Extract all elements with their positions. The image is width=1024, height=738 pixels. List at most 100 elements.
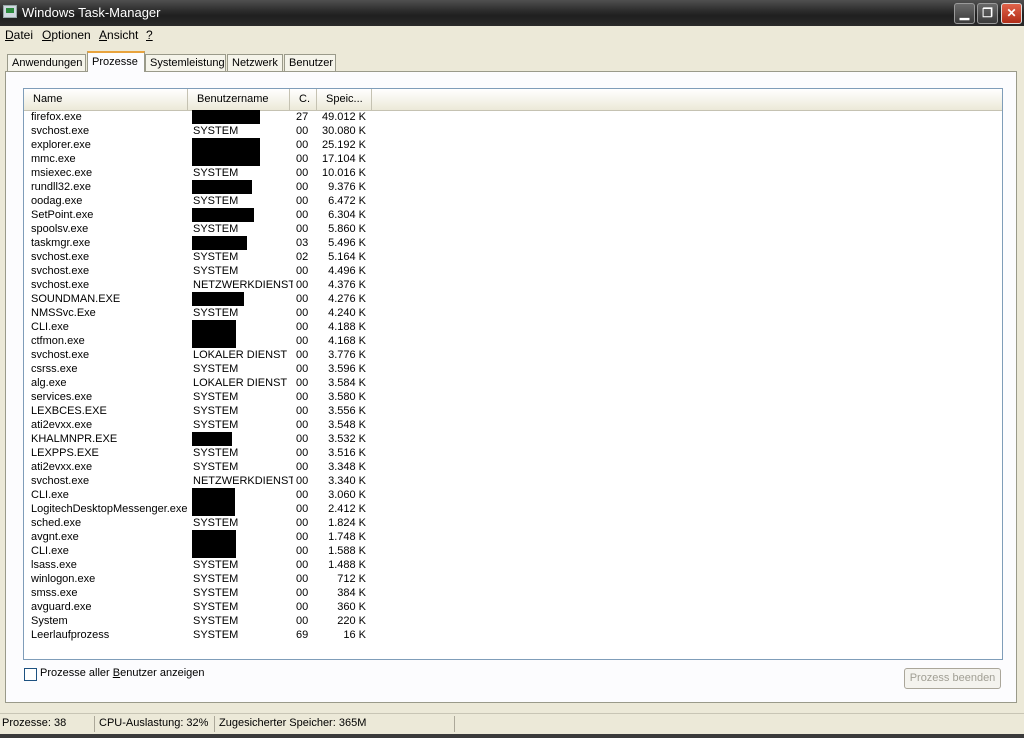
process-name: svchost.exe — [31, 279, 90, 291]
table-row[interactable]: firefox.exe 27 49.012 K — [24, 110, 1002, 124]
table-row[interactable]: CLI.exe 00 4.188 K — [24, 320, 1002, 334]
table-row[interactable]: avguard.exe SYSTEM 00 360 K — [24, 600, 1002, 614]
process-name: firefox.exe — [31, 111, 82, 123]
process-memory: 3.060 K — [328, 489, 366, 501]
close-button[interactable]: ✕ — [1001, 3, 1022, 24]
process-memory: 3.596 K — [328, 363, 366, 375]
status-divider — [454, 716, 455, 732]
process-cpu: 00 — [296, 405, 309, 417]
table-row[interactable]: svchost.exe LOKALER DIENST 00 3.776 K — [24, 348, 1002, 362]
process-memory: 49.012 K — [321, 111, 366, 123]
table-row[interactable]: SOUNDMAN.EXE 00 4.276 K — [24, 292, 1002, 306]
process-memory: 16 K — [343, 629, 366, 641]
table-row[interactable]: explorer.exe 00 25.192 K — [24, 138, 1002, 152]
table-row[interactable]: services.exe SYSTEM 00 3.580 K — [24, 390, 1002, 404]
table-row[interactable]: alg.exe LOKALER DIENST 00 3.584 K — [24, 376, 1002, 390]
table-row[interactable]: ctfmon.exe 00 4.168 K — [24, 334, 1002, 348]
table-row[interactable]: taskmgr.exe 03 5.496 K — [24, 236, 1002, 250]
table-row[interactable]: ati2evxx.exe SYSTEM 00 3.548 K — [24, 418, 1002, 432]
process-cpu: 00 — [296, 391, 309, 403]
tab-benutzer[interactable]: Benutzer — [284, 54, 336, 71]
tab-netzwerk[interactable]: Netzwerk — [227, 54, 283, 71]
table-row[interactable]: sched.exe SYSTEM 00 1.824 K — [24, 516, 1002, 530]
process-memory: 4.376 K — [328, 279, 366, 291]
status-bar: Prozesse: 38 CPU-Auslastung: 32% Zugesic… — [0, 713, 1024, 734]
minimize-button[interactable]: ▁ — [954, 3, 975, 24]
process-memory: 360 K — [337, 601, 366, 613]
table-row[interactable]: mmc.exe 00 17.104 K — [24, 152, 1002, 166]
process-name: CLI.exe — [31, 545, 69, 557]
process-username: NETZWERKDIENST — [193, 279, 293, 291]
process-memory: 2.412 K — [328, 503, 366, 515]
list-header: Name Benutzername C. Speic... — [24, 89, 1002, 111]
process-name: svchost.exe — [31, 475, 90, 487]
table-row[interactable]: svchost.exe SYSTEM 00 30.080 K — [24, 124, 1002, 138]
process-memory: 3.516 K — [328, 447, 366, 459]
table-row[interactable]: spoolsv.exe SYSTEM 00 5.860 K — [24, 222, 1002, 236]
process-cpu: 00 — [296, 377, 309, 389]
column-header-cpu[interactable]: C. — [290, 89, 317, 110]
process-list[interactable]: Name Benutzername C. Speic... firefox.ex… — [23, 88, 1003, 660]
table-row[interactable]: System SYSTEM 00 220 K — [24, 614, 1002, 628]
table-row[interactable]: rundll32.exe 00 9.376 K — [24, 180, 1002, 194]
menu-help[interactable]: ? — [146, 28, 153, 42]
table-row[interactable]: KHALMNPR.EXE 00 3.532 K — [24, 432, 1002, 446]
process-cpu: 00 — [296, 167, 309, 179]
table-row[interactable]: SetPoint.exe 00 6.304 K — [24, 208, 1002, 222]
menu-ansicht[interactable]: Ansicht — [99, 28, 138, 42]
show-all-users-checkbox[interactable] — [24, 668, 37, 681]
status-cpu-usage: CPU-Auslastung: 32% — [99, 717, 209, 729]
task-manager-icon — [3, 5, 17, 18]
table-row[interactable]: LEXBCES.EXE SYSTEM 00 3.556 K — [24, 404, 1002, 418]
table-row[interactable]: lsass.exe SYSTEM 00 1.488 K — [24, 558, 1002, 572]
process-cpu: 00 — [296, 559, 309, 571]
process-username: NETZWERKDIENST — [193, 475, 293, 487]
process-memory: 3.776 K — [328, 349, 366, 361]
redacted-username — [192, 320, 236, 334]
process-name: Leerlaufprozess — [31, 629, 110, 641]
status-commit-charge: Zugesicherter Speicher: 365M — [219, 717, 367, 729]
menu-datei[interactable]: Datei — [5, 28, 33, 42]
table-row[interactable]: csrss.exe SYSTEM 00 3.596 K — [24, 362, 1002, 376]
table-row[interactable]: svchost.exe SYSTEM 02 5.164 K — [24, 250, 1002, 264]
tab-prozesse[interactable]: Prozesse — [87, 51, 145, 72]
maximize-button[interactable]: ❐ — [977, 3, 998, 24]
tab-anwendungen[interactable]: Anwendungen — [7, 54, 86, 71]
process-cpu: 00 — [296, 223, 309, 235]
table-row[interactable]: LEXPPS.EXE SYSTEM 00 3.516 K — [24, 446, 1002, 460]
process-cpu: 00 — [296, 139, 309, 151]
table-row[interactable]: ati2evxx.exe SYSTEM 00 3.348 K — [24, 460, 1002, 474]
process-username: SYSTEM — [193, 559, 239, 571]
title-bar[interactable]: Windows Task-Manager ▁ ❐ ✕ — [0, 0, 1024, 26]
process-username: SYSTEM — [193, 125, 239, 137]
table-row[interactable]: svchost.exe NETZWERKDIENST 00 3.340 K — [24, 474, 1002, 488]
menu-optionen[interactable]: Optionen — [42, 28, 91, 42]
tab-systemleistung[interactable]: Systemleistung — [145, 54, 226, 71]
redacted-username — [192, 236, 247, 250]
table-row[interactable]: LogitechDesktopMessenger.exe 00 2.412 K — [24, 502, 1002, 516]
column-header-memory[interactable]: Speic... — [317, 89, 372, 110]
table-row[interactable]: svchost.exe NETZWERKDIENST 00 4.376 K — [24, 278, 1002, 292]
process-memory: 4.276 K — [328, 293, 366, 305]
column-header-username[interactable]: Benutzername — [188, 89, 290, 110]
table-row[interactable]: smss.exe SYSTEM 00 384 K — [24, 586, 1002, 600]
column-header-name[interactable]: Name — [24, 89, 188, 110]
process-memory: 9.376 K — [328, 181, 366, 193]
process-username: SYSTEM — [193, 447, 239, 459]
process-name: avgnt.exe — [31, 531, 79, 543]
process-cpu: 00 — [296, 433, 309, 445]
table-row[interactable]: msiexec.exe SYSTEM 00 10.016 K — [24, 166, 1002, 180]
table-row[interactable]: svchost.exe SYSTEM 00 4.496 K — [24, 264, 1002, 278]
table-row[interactable]: winlogon.exe SYSTEM 00 712 K — [24, 572, 1002, 586]
redacted-username — [192, 208, 254, 222]
table-row[interactable]: avgnt.exe 00 1.748 K — [24, 530, 1002, 544]
table-row[interactable]: oodag.exe SYSTEM 00 6.472 K — [24, 194, 1002, 208]
process-memory: 3.340 K — [328, 475, 366, 487]
table-row[interactable]: Leerlaufprozess SYSTEM 69 16 K — [24, 628, 1002, 642]
process-memory: 5.860 K — [328, 223, 366, 235]
end-process-button[interactable]: Prozess beenden — [904, 668, 1001, 689]
table-row[interactable]: NMSSvc.Exe SYSTEM 00 4.240 K — [24, 306, 1002, 320]
table-row[interactable]: CLI.exe 00 3.060 K — [24, 488, 1002, 502]
show-all-users-label[interactable]: Prozesse aller Benutzer anzeigen — [40, 667, 205, 679]
table-row[interactable]: CLI.exe 00 1.588 K — [24, 544, 1002, 558]
